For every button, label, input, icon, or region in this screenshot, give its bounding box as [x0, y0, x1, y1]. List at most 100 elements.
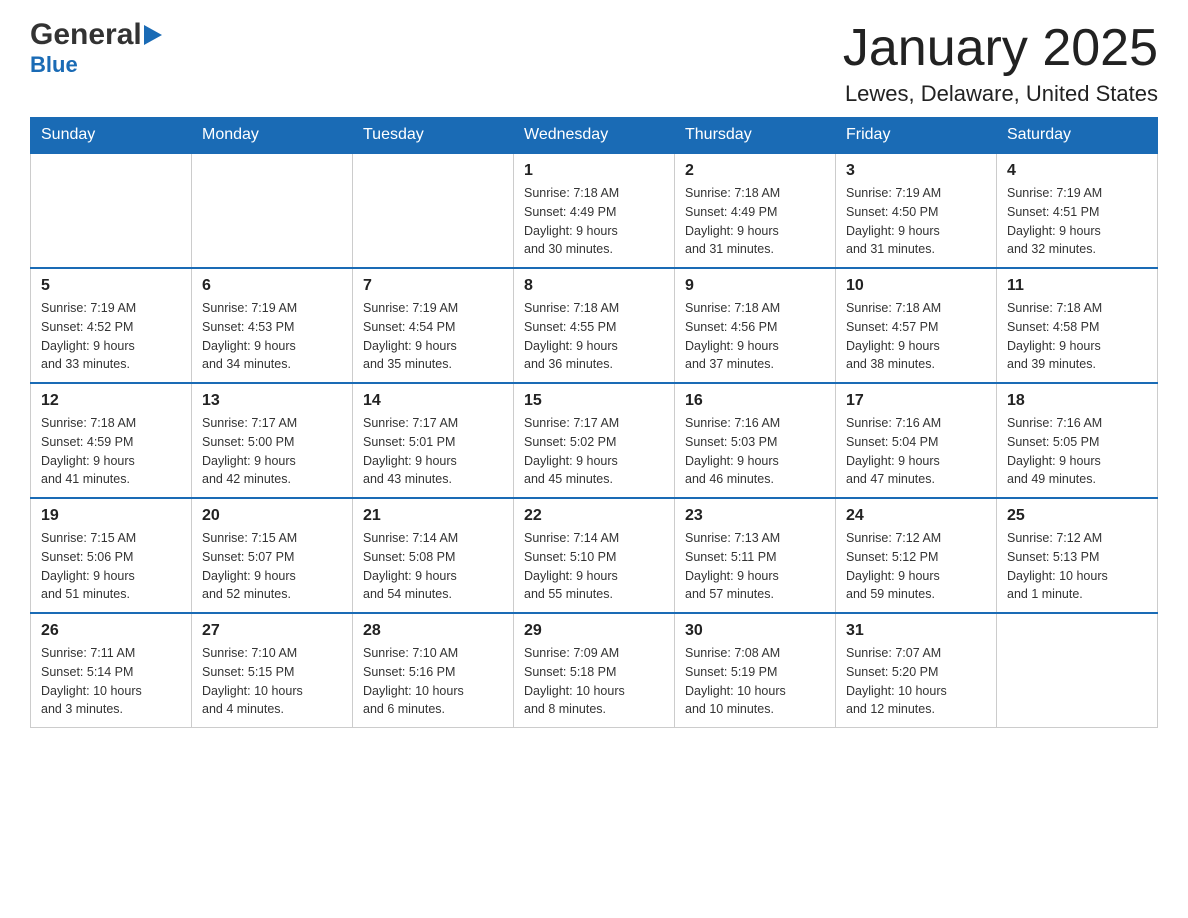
day-info: Sunrise: 7:12 AM Sunset: 5:12 PM Dayligh…	[846, 529, 986, 604]
calendar-cell: 2 Sunrise: 7:18 AM Sunset: 4:49 PM Daylig…	[675, 153, 836, 268]
calendar-cell: 8Sunrise: 7:18 AM Sunset: 4:55 PM Daylig…	[514, 268, 675, 383]
calendar-cell: 30Sunrise: 7:08 AM Sunset: 5:19 PM Dayli…	[675, 613, 836, 728]
day-info: Sunrise: 7:18 AM Sunset: 4:49 PM Dayligh…	[524, 184, 664, 259]
calendar-cell	[997, 613, 1158, 728]
calendar-cell: 5 Sunrise: 7:19 AM Sunset: 4:52 PM Daylig…	[31, 268, 192, 383]
day-info: Sunrise: 7:16 AM Sunset: 5:05 PM Dayligh…	[1007, 414, 1147, 489]
calendar-cell: 26 Sunrise: 7:11 AM Sunset: 5:14 PM Dayli…	[31, 613, 192, 728]
day-info: Sunrise: 7:17 AM Sunset: 5:02 PM Dayligh…	[524, 414, 664, 489]
calendar-cell	[353, 153, 514, 268]
day-number: 14	[363, 392, 503, 410]
calendar-week-row: 1 Sunrise: 7:18 AM Sunset: 4:49 PM Daylig…	[31, 153, 1158, 268]
title-area: January 2025 Lewes, Delaware, United Sta…	[843, 20, 1158, 107]
calendar-table: SundayMondayTuesdayWednesdayThursdayFrid…	[30, 117, 1158, 728]
day-info: Sunrise: 7:12 AM Sunset: 5:13 PM Dayligh…	[1007, 529, 1147, 604]
calendar-cell: 21 Sunrise: 7:14 AM Sunset: 5:08 PM Dayli…	[353, 498, 514, 613]
day-number: 22	[524, 507, 664, 525]
calendar-cell	[31, 153, 192, 268]
logo-area: General Blue	[30, 20, 162, 78]
day-number: 3	[846, 162, 986, 180]
day-number: 2	[685, 162, 825, 180]
day-number: 1	[524, 162, 664, 180]
calendar-cell: 28 Sunrise: 7:10 AM Sunset: 5:16 PM Dayli…	[353, 613, 514, 728]
calendar-cell: 13Sunrise: 7:17 AM Sunset: 5:00 PM Dayli…	[192, 383, 353, 498]
day-number: 23	[685, 507, 825, 525]
day-number: 15	[524, 392, 664, 410]
day-of-week-header: Saturday	[997, 118, 1158, 154]
day-of-week-header: Thursday	[675, 118, 836, 154]
calendar-cell: 7Sunrise: 7:19 AM Sunset: 4:54 PM Daylig…	[353, 268, 514, 383]
calendar-cell: 3 Sunrise: 7:19 AM Sunset: 4:50 PM Daylig…	[836, 153, 997, 268]
day-info: Sunrise: 7:18 AM Sunset: 4:59 PM Dayligh…	[41, 414, 181, 489]
calendar-cell: 25 Sunrise: 7:12 AM Sunset: 5:13 PM Dayli…	[997, 498, 1158, 613]
calendar-cell: 20 Sunrise: 7:15 AM Sunset: 5:07 PM Dayli…	[192, 498, 353, 613]
day-info: Sunrise: 7:18 AM Sunset: 4:49 PM Dayligh…	[685, 184, 825, 259]
day-number: 20	[202, 507, 342, 525]
day-number: 13	[202, 392, 342, 410]
day-of-week-header: Monday	[192, 118, 353, 154]
calendar-cell	[192, 153, 353, 268]
day-info: Sunrise: 7:15 AM Sunset: 5:07 PM Dayligh…	[202, 529, 342, 604]
day-number: 4	[1007, 162, 1147, 180]
day-number: 27	[202, 622, 342, 640]
calendar-cell: 15 Sunrise: 7:17 AM Sunset: 5:02 PM Dayli…	[514, 383, 675, 498]
calendar-week-row: 12 Sunrise: 7:18 AM Sunset: 4:59 PM Dayli…	[31, 383, 1158, 498]
day-number: 24	[846, 507, 986, 525]
day-info: Sunrise: 7:15 AM Sunset: 5:06 PM Dayligh…	[41, 529, 181, 604]
day-info: Sunrise: 7:16 AM Sunset: 5:03 PM Dayligh…	[685, 414, 825, 489]
calendar-week-row: 19Sunrise: 7:15 AM Sunset: 5:06 PM Dayli…	[31, 498, 1158, 613]
day-number: 26	[41, 622, 181, 640]
calendar-header-row: SundayMondayTuesdayWednesdayThursdayFrid…	[31, 118, 1158, 154]
calendar-cell: 27 Sunrise: 7:10 AM Sunset: 5:15 PM Dayli…	[192, 613, 353, 728]
location-subtitle: Lewes, Delaware, United States	[843, 81, 1158, 107]
day-info: Sunrise: 7:19 AM Sunset: 4:50 PM Dayligh…	[846, 184, 986, 259]
day-number: 31	[846, 622, 986, 640]
calendar-cell: 22Sunrise: 7:14 AM Sunset: 5:10 PM Dayli…	[514, 498, 675, 613]
day-number: 28	[363, 622, 503, 640]
day-info: Sunrise: 7:17 AM Sunset: 5:01 PM Dayligh…	[363, 414, 503, 489]
calendar-cell: 12 Sunrise: 7:18 AM Sunset: 4:59 PM Dayli…	[31, 383, 192, 498]
calendar-cell: 10Sunrise: 7:18 AM Sunset: 4:57 PM Dayli…	[836, 268, 997, 383]
header: General Blue January 2025 Lewes, Delawar…	[30, 20, 1158, 107]
calendar-cell: 31 Sunrise: 7:07 AM Sunset: 5:20 PM Dayli…	[836, 613, 997, 728]
day-info: Sunrise: 7:19 AM Sunset: 4:51 PM Dayligh…	[1007, 184, 1147, 259]
day-info: Sunrise: 7:18 AM Sunset: 4:58 PM Dayligh…	[1007, 299, 1147, 374]
day-number: 5	[41, 277, 181, 295]
calendar-week-row: 26 Sunrise: 7:11 AM Sunset: 5:14 PM Dayli…	[31, 613, 1158, 728]
day-number: 17	[846, 392, 986, 410]
calendar-cell: 11 Sunrise: 7:18 AM Sunset: 4:58 PM Dayli…	[997, 268, 1158, 383]
day-number: 10	[846, 277, 986, 295]
day-number: 9	[685, 277, 825, 295]
day-number: 8	[524, 277, 664, 295]
day-of-week-header: Wednesday	[514, 118, 675, 154]
calendar-cell: 14 Sunrise: 7:17 AM Sunset: 5:01 PM Dayli…	[353, 383, 514, 498]
day-number: 21	[363, 507, 503, 525]
logo-arrow-icon	[144, 25, 162, 45]
day-info: Sunrise: 7:18 AM Sunset: 4:56 PM Dayligh…	[685, 299, 825, 374]
day-info: Sunrise: 7:11 AM Sunset: 5:14 PM Dayligh…	[41, 644, 181, 719]
day-number: 11	[1007, 277, 1147, 295]
calendar-cell: 4 Sunrise: 7:19 AM Sunset: 4:51 PM Daylig…	[997, 153, 1158, 268]
day-info: Sunrise: 7:14 AM Sunset: 5:08 PM Dayligh…	[363, 529, 503, 604]
calendar-week-row: 5 Sunrise: 7:19 AM Sunset: 4:52 PM Daylig…	[31, 268, 1158, 383]
day-info: Sunrise: 7:09 AM Sunset: 5:18 PM Dayligh…	[524, 644, 664, 719]
day-number: 7	[363, 277, 503, 295]
day-info: Sunrise: 7:07 AM Sunset: 5:20 PM Dayligh…	[846, 644, 986, 719]
logo-general: General	[30, 20, 142, 50]
day-of-week-header: Sunday	[31, 118, 192, 154]
day-info: Sunrise: 7:19 AM Sunset: 4:52 PM Dayligh…	[41, 299, 181, 374]
day-number: 6	[202, 277, 342, 295]
day-info: Sunrise: 7:13 AM Sunset: 5:11 PM Dayligh…	[685, 529, 825, 604]
calendar-cell: 19Sunrise: 7:15 AM Sunset: 5:06 PM Dayli…	[31, 498, 192, 613]
calendar-cell: 18Sunrise: 7:16 AM Sunset: 5:05 PM Dayli…	[997, 383, 1158, 498]
calendar-cell: 24 Sunrise: 7:12 AM Sunset: 5:12 PM Dayli…	[836, 498, 997, 613]
day-number: 25	[1007, 507, 1147, 525]
day-info: Sunrise: 7:10 AM Sunset: 5:16 PM Dayligh…	[363, 644, 503, 719]
day-number: 12	[41, 392, 181, 410]
calendar-cell: 17Sunrise: 7:16 AM Sunset: 5:04 PM Dayli…	[836, 383, 997, 498]
calendar-cell: 23 Sunrise: 7:13 AM Sunset: 5:11 PM Dayli…	[675, 498, 836, 613]
day-number: 29	[524, 622, 664, 640]
day-of-week-header: Friday	[836, 118, 997, 154]
page-title: January 2025	[843, 20, 1158, 77]
day-info: Sunrise: 7:10 AM Sunset: 5:15 PM Dayligh…	[202, 644, 342, 719]
